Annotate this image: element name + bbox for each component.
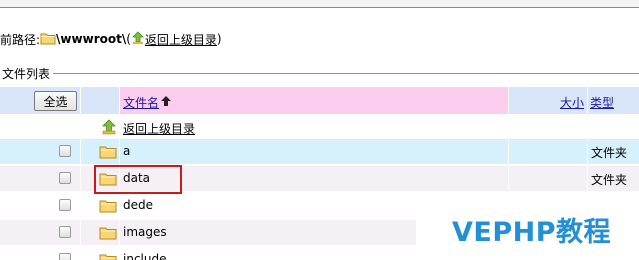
file-name[interactable]: include bbox=[123, 252, 166, 260]
header-cell-icon bbox=[81, 87, 119, 114]
top-border bbox=[0, 0, 639, 8]
table-row[interactable]: a 文件夹 bbox=[0, 139, 639, 164]
folder-icon bbox=[99, 252, 117, 260]
current-path: \wwwroot\ bbox=[56, 32, 127, 46]
file-name[interactable]: images bbox=[123, 225, 167, 239]
folder-icon bbox=[99, 198, 117, 216]
select-all-button[interactable]: 全选 bbox=[34, 91, 77, 111]
row-checkbox[interactable] bbox=[59, 199, 71, 211]
parent-dir-link[interactable]: 返回上级目录 bbox=[123, 120, 195, 137]
header-cell-name bbox=[120, 87, 508, 114]
folder-icon bbox=[99, 225, 117, 243]
parent-dir-row: 返回上级目录 bbox=[0, 116, 639, 138]
row-checkbox[interactable] bbox=[59, 253, 71, 260]
file-name[interactable]: dede bbox=[123, 198, 153, 212]
file-list-legend: 文件列表 bbox=[2, 65, 54, 82]
paren-close: ) bbox=[216, 32, 222, 46]
sort-by-type-link[interactable]: 类型 bbox=[590, 94, 614, 111]
folder-icon bbox=[99, 144, 117, 162]
go-up-link[interactable]: 返回上级目录 bbox=[145, 31, 217, 48]
watermark: VEPHP教程 bbox=[452, 217, 612, 248]
table-header: 全选 文件名 大小 类型 bbox=[0, 87, 639, 114]
path-prefix: 前路径: bbox=[0, 32, 41, 47]
file-list-fieldset: 文件列表 bbox=[0, 65, 639, 82]
path-bar: 前路径: \wwwroot\ ( 返回上级目录 ) bbox=[0, 30, 222, 48]
file-type: 文件夹 bbox=[591, 146, 628, 160]
folder-icon bbox=[40, 31, 56, 48]
sort-by-name-link[interactable]: 文件名 bbox=[123, 94, 159, 111]
sort-arrow-icon[interactable] bbox=[160, 95, 172, 110]
go-up-icon bbox=[131, 30, 145, 48]
name-sort: 文件名 bbox=[123, 94, 172, 111]
header-cell-select: 全选 bbox=[0, 87, 80, 114]
file-type: 文件夹 bbox=[591, 173, 628, 187]
file-name[interactable]: a bbox=[123, 144, 130, 158]
row-checkbox[interactable] bbox=[59, 145, 71, 157]
row-checkbox[interactable] bbox=[59, 172, 71, 184]
row-checkbox[interactable] bbox=[59, 226, 71, 238]
highlight-box bbox=[94, 165, 182, 194]
sort-by-size-link[interactable]: 大小 bbox=[560, 94, 584, 111]
go-up-icon bbox=[101, 119, 117, 138]
fieldset-border bbox=[50, 73, 639, 74]
